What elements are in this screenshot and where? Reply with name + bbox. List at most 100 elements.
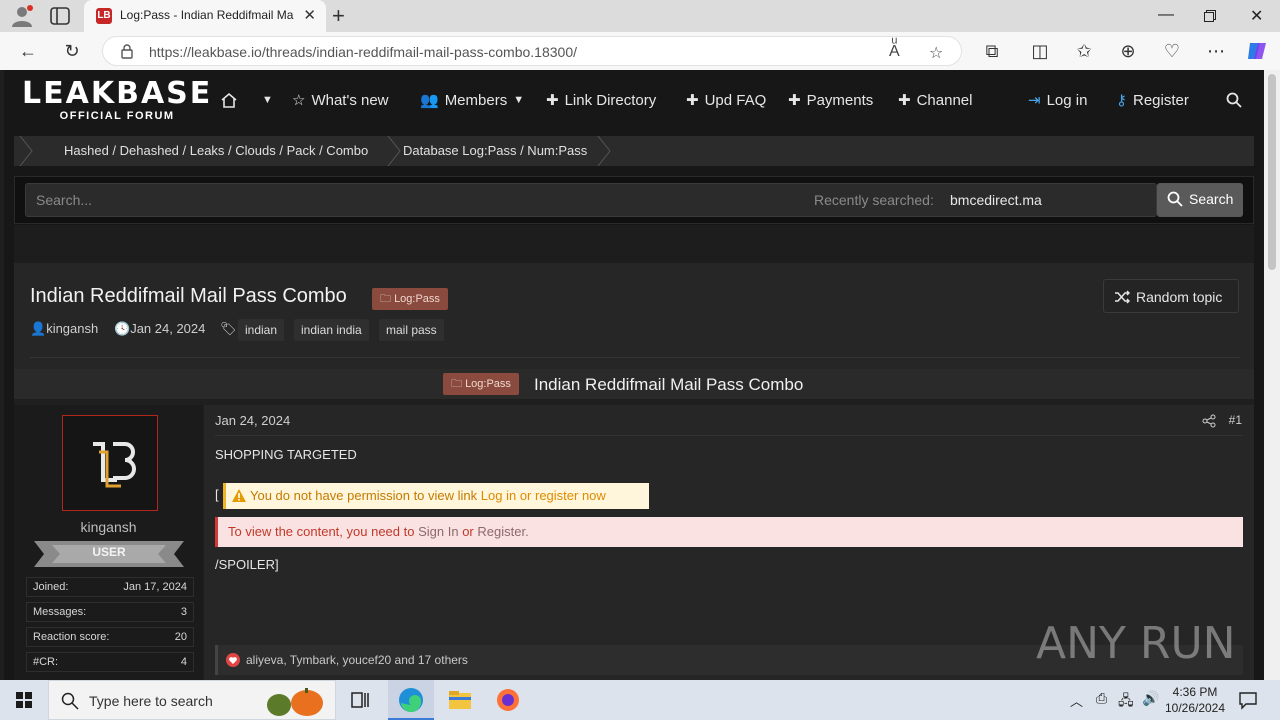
new-tab-icon[interactable]: +: [332, 3, 345, 29]
file-explorer-icon[interactable]: [440, 684, 480, 716]
search-input[interactable]: Search... Recently searched: bmcedirect.…: [25, 183, 1157, 217]
browser-essentials-icon[interactable]: ♡: [1160, 40, 1184, 62]
taskbar-search-input[interactable]: Type here to search: [48, 680, 336, 720]
stat-row: Reaction score: 20: [26, 627, 194, 647]
prefix-badge-label: Log:Pass: [394, 293, 440, 305]
nav-register-label: Register: [1133, 91, 1189, 109]
logo-main-text: LEAKBASE: [22, 76, 213, 111]
back-arrow-icon[interactable]: ←: [16, 40, 40, 62]
username[interactable]: kingansh: [14, 519, 203, 535]
nav-home[interactable]: [220, 90, 238, 110]
locked-or: or: [462, 524, 474, 539]
reactions-text[interactable]: aliyeva, Tymbark, youcef20 and 17 others: [246, 653, 468, 667]
read-aloud-icon[interactable]: Aͧ: [889, 43, 900, 61]
locked-text: To view the content, you need to: [228, 524, 415, 539]
spacer-bar: [14, 225, 1254, 263]
recent-search-value[interactable]: bmcedirect.ma: [950, 192, 1042, 208]
search-icon: [1167, 191, 1183, 207]
tag-item[interactable]: indian india: [294, 319, 369, 341]
nav-register[interactable]: ⚷ Register: [1116, 90, 1189, 110]
browser-tab-active[interactable]: LB Log:Pass - Indian Reddifmail Ma ✕: [84, 0, 326, 32]
search-panel: Search... Recently searched: bmcedirect.…: [14, 176, 1254, 224]
profile-icon[interactable]: [10, 5, 34, 27]
tray-device-icon[interactable]: ⎙: [1096, 690, 1107, 707]
minimize-icon[interactable]: —: [1158, 6, 1174, 24]
page-title: Indian Reddifmail Mail Pass Combo: [30, 285, 347, 307]
close-tab-icon[interactable]: ✕: [303, 6, 316, 24]
user-rank-label: USER: [92, 545, 126, 559]
plus-icon: ✚: [686, 92, 699, 109]
favorite-star-icon[interactable]: ☆: [929, 43, 943, 63]
share-icon[interactable]: [1202, 414, 1216, 428]
stat-key: Messages:: [33, 606, 87, 618]
login-register-link[interactable]: Log in or register now: [481, 488, 606, 503]
collections-icon[interactable]: ⊕: [1116, 40, 1140, 62]
site-logo[interactable]: LEAKBASE OFFICIAL FORUM: [22, 76, 213, 123]
page-scrollbar[interactable]: [1264, 70, 1280, 680]
thread-date: 🕓Jan 24, 2024: [114, 321, 205, 337]
windows-start-icon[interactable]: [4, 684, 44, 716]
nav-search[interactable]: [1226, 90, 1242, 110]
post-title: Indian Reddifmail Mail Pass Combo: [534, 375, 804, 394]
more-menu-icon[interactable]: ⋯: [1204, 40, 1228, 62]
tab-actions-icon[interactable]: [50, 7, 70, 25]
nav-members[interactable]: 👥 Members ▼: [420, 90, 524, 110]
thread-date-text: Jan 24, 2024: [130, 321, 206, 336]
tag-item[interactable]: indian: [238, 319, 285, 341]
tag-item[interactable]: mail pass: [379, 319, 444, 341]
star-icon: ☆: [292, 92, 306, 109]
search-button[interactable]: Search: [1157, 183, 1243, 217]
refresh-icon[interactable]: ↻: [60, 40, 84, 62]
thread-author[interactable]: 👤kingansh: [30, 321, 98, 337]
nav-link-directory[interactable]: ✚ Link Directory: [546, 90, 656, 110]
taskbar-clock[interactable]: 4:36 PM 10/26/2024: [1160, 684, 1230, 716]
random-topic-button[interactable]: Random topic: [1103, 279, 1239, 313]
restore-icon[interactable]: [1204, 10, 1216, 22]
content-locked-notice: To view the content, you need to Sign In…: [215, 517, 1243, 547]
volume-icon[interactable]: 🔊: [1142, 690, 1159, 707]
firefox-icon[interactable]: [488, 684, 528, 716]
lock-icon[interactable]: [119, 43, 135, 59]
breadcrumb: Hashed / Dehashed / Leaks / Clouds / Pac…: [14, 136, 1254, 166]
prefix-badge[interactable]: 🗀 Log:Pass: [443, 373, 519, 395]
notification-icon[interactable]: [1238, 690, 1258, 710]
post-date[interactable]: Jan 24, 2024: [215, 413, 290, 428]
nav-payments[interactable]: ✚ Payments: [788, 90, 873, 110]
nav-upd-faq[interactable]: ✚ Upd FAQ: [686, 90, 766, 110]
scrollbar-thumb[interactable]: [1268, 74, 1276, 270]
folder-icon: 🗀: [451, 378, 466, 390]
warning-icon: [232, 489, 246, 502]
breadcrumb-item-database[interactable]: Database Log:Pass / Num:Pass: [403, 143, 587, 158]
copilot-icon[interactable]: [1246, 40, 1270, 62]
nav-whats-new[interactable]: ☆ What's new: [292, 90, 389, 110]
nav-login[interactable]: ⇥ Log in: [1028, 90, 1087, 110]
divider: [215, 435, 1243, 436]
sign-in-link[interactable]: Sign In: [418, 524, 458, 539]
favorites-icon[interactable]: ✩: [1072, 40, 1096, 62]
network-icon[interactable]: 🖧: [1118, 690, 1134, 714]
close-window-icon[interactable]: ✕: [1250, 6, 1263, 26]
url-text[interactable]: https://leakbase.io/threads/indian-reddi…: [149, 44, 577, 60]
warning-text: You do not have permission to view link: [250, 488, 478, 503]
taskbar-edge-active[interactable]: [388, 680, 434, 720]
members-icon: 👥: [420, 92, 439, 109]
stat-key: Reaction score:: [33, 631, 110, 643]
nav-dropdown-toggle[interactable]: ▼: [262, 90, 273, 110]
breadcrumb-item-combo[interactable]: Hashed / Dehashed / Leaks / Clouds / Pac…: [64, 143, 368, 158]
prefix-badge[interactable]: 🗀 Log:Pass: [372, 288, 448, 310]
task-view-icon[interactable]: [340, 684, 380, 716]
stat-row: #CR: 4: [26, 652, 194, 672]
nav-channel[interactable]: ✚ Channel: [898, 90, 972, 110]
extensions-icon[interactable]: ⧉: [980, 40, 1004, 62]
address-bar[interactable]: https://leakbase.io/threads/indian-reddi…: [102, 36, 962, 66]
caret-down-icon: ▼: [262, 94, 273, 106]
tray-overflow-chevron-icon[interactable]: ︿: [1070, 691, 1083, 710]
register-link[interactable]: Register.: [477, 524, 528, 539]
avatar[interactable]: [62, 415, 158, 511]
search-placeholder: Search...: [36, 192, 93, 208]
post-number[interactable]: #1: [1229, 413, 1242, 427]
nav-channel-label: Channel: [916, 91, 973, 109]
split-screen-icon[interactable]: ◫: [1028, 40, 1052, 62]
thread-author-name: kingansh: [46, 321, 99, 336]
post-header: 🗀 Log:Pass Indian Reddifmail Mail Pass C…: [14, 369, 1254, 399]
